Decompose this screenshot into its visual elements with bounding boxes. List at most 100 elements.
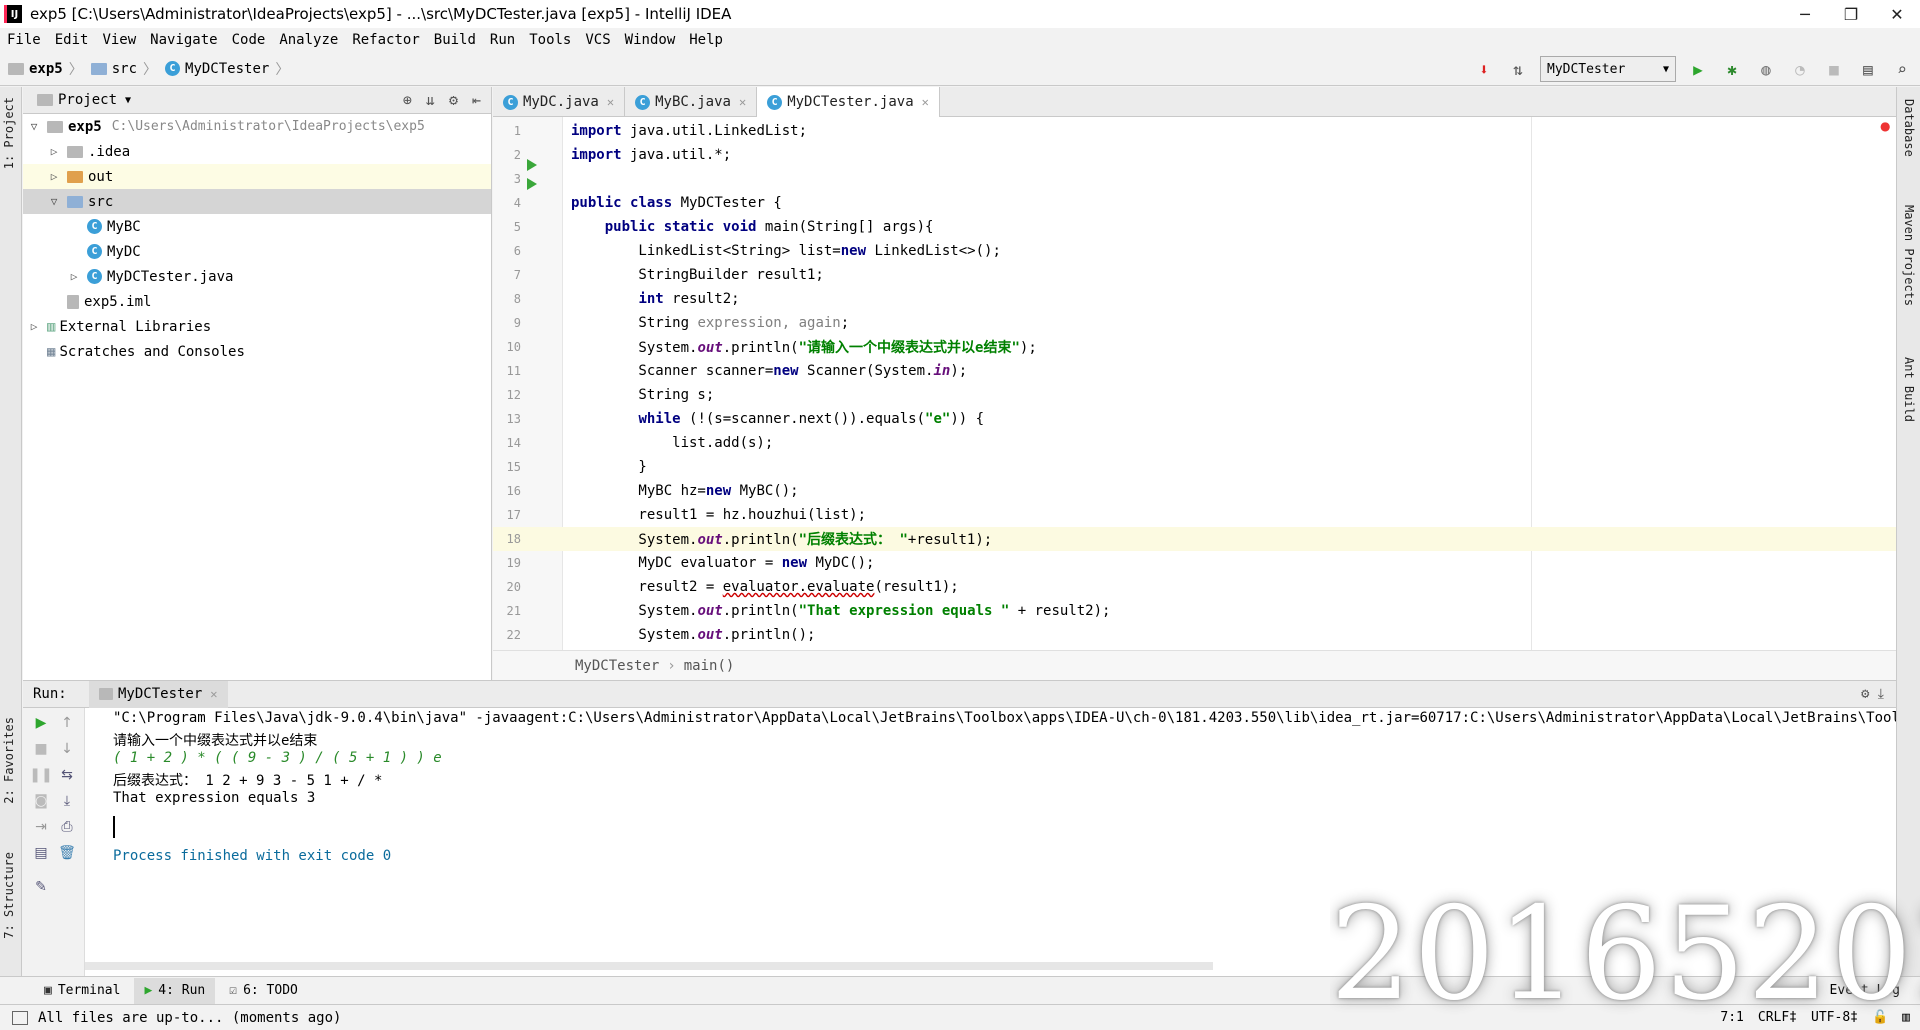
project-view-select[interactable]: Project <box>58 92 117 108</box>
breadcrumb-project[interactable]: exp5 〉 <box>8 59 83 79</box>
menu-edit[interactable]: Edit <box>48 32 96 48</box>
tab-mybc[interactable]: C MyBC.java ✕ <box>625 87 758 117</box>
chevron-down-icon[interactable]: ▽ <box>47 195 61 208</box>
dump-threads-icon[interactable]: ◙ <box>30 790 52 812</box>
project-tool-tab[interactable]: 1: Project <box>2 97 16 169</box>
soft-wrap-icon[interactable]: ⇆ <box>56 764 78 786</box>
code-line[interactable]: 13 while (!(s=scanner.next()).equals("e"… <box>493 407 1896 431</box>
tree-item-exp5[interactable]: ▽ exp5 C:\Users\Administrator\IdeaProjec… <box>23 114 491 139</box>
menu-help[interactable]: Help <box>682 32 730 48</box>
tool-windows-icon[interactable] <box>12 1010 28 1025</box>
chevron-right-icon[interactable]: ▷ <box>27 320 41 333</box>
menu-file[interactable]: File <box>0 32 48 48</box>
structure-tool-tab[interactable]: 7: Structure <box>2 852 16 939</box>
maximize-button[interactable]: ❐ <box>1828 0 1874 28</box>
gear-icon[interactable]: ⚙ <box>449 91 458 109</box>
download-icon[interactable]: ⬇ <box>1472 57 1496 81</box>
stop-icon[interactable]: ■ <box>30 738 52 760</box>
tab-mydc[interactable]: C MyDC.java ✕ <box>493 87 626 117</box>
code-view[interactable]: 1 import java.util.LinkedList; 2 import jav… <box>493 117 1896 650</box>
chevron-down-icon[interactable]: ▽ <box>27 120 41 133</box>
todo-tab[interactable]: ☑ 6: TODO <box>219 978 308 1004</box>
minimize-button[interactable]: ─ <box>1782 0 1828 28</box>
run-tool-tab[interactable]: ▶ 4: Run <box>134 977 216 1004</box>
code-line[interactable]: 6 LinkedList<String> list=new LinkedList… <box>493 239 1896 263</box>
menu-window[interactable]: Window <box>618 32 683 48</box>
code-line[interactable]: 15 } <box>493 455 1896 479</box>
menu-code[interactable]: Code <box>225 32 273 48</box>
code-line[interactable]: 21 System.out.println("That expression e… <box>493 599 1896 623</box>
hide-panel-icon[interactable]: ⇤ <box>472 91 481 109</box>
chevron-down-icon[interactable]: ▼ <box>125 95 131 106</box>
code-line[interactable]: 9 String expression, again; <box>493 311 1896 335</box>
exit-icon[interactable]: ⇥ <box>30 816 52 838</box>
close-button[interactable]: ✕ <box>1874 0 1920 28</box>
close-icon[interactable]: ✕ <box>739 95 746 109</box>
code-line[interactable]: 18 System.out.println("后缀表达式： "+result1)… <box>493 527 1896 551</box>
chevron-right-icon[interactable]: ▷ <box>47 170 61 183</box>
code-line[interactable]: 14 list.add(s); <box>493 431 1896 455</box>
maven-tool-tab[interactable]: Maven Projects <box>1902 205 1916 306</box>
down-arrow-icon[interactable]: ↓ <box>56 738 78 760</box>
tree-item-scratches[interactable]: ▦ Scratches and Consoles <box>23 339 491 364</box>
code-line[interactable]: 11 Scanner scanner=new Scanner(System.in… <box>493 359 1896 383</box>
chevron-right-icon[interactable]: ▷ <box>47 145 61 158</box>
tab-mydctester[interactable]: C MyDCTester.java ✕ <box>757 87 940 117</box>
code-line[interactable]: 1 import java.util.LinkedList; <box>493 119 1896 143</box>
code-line[interactable]: 22 System.out.println(); <box>493 623 1896 647</box>
tree-item-idea[interactable]: ▷ .idea <box>23 139 491 164</box>
menu-analyze[interactable]: Analyze <box>272 32 345 48</box>
code-line[interactable]: 5 public static void main(String[] args)… <box>493 215 1896 239</box>
tree-item-mydctester[interactable]: ▷ C MyDCTester.java <box>23 264 491 289</box>
menu-tools[interactable]: Tools <box>522 32 578 48</box>
run-main-icon[interactable] <box>527 178 537 190</box>
code-line[interactable]: 19 MyDC evaluator = new MyDC(); <box>493 551 1896 575</box>
code-line[interactable]: 3 <box>493 167 1896 191</box>
print-icon[interactable]: ⎙ <box>56 816 78 838</box>
breadcrumb-class[interactable]: C MyDCTester 〉 <box>165 59 289 79</box>
horizontal-scrollbar[interactable] <box>85 962 1213 970</box>
debug-icon[interactable]: ✱ <box>1720 57 1744 81</box>
menu-refactor[interactable]: Refactor <box>345 32 426 48</box>
code-line[interactable]: 20 result2 = evaluator.evaluate(result1)… <box>493 575 1896 599</box>
up-arrow-icon[interactable]: ↑ <box>56 712 78 734</box>
code-line[interactable]: 4 public class MyDCTester { <box>493 191 1896 215</box>
collapse-all-icon[interactable]: ⇊ <box>426 91 435 109</box>
code-line[interactable]: 12 String s; <box>493 383 1896 407</box>
error-stripe-icon[interactable]: ● <box>1880 119 1890 133</box>
run-tab-mydctester[interactable]: MyDCTester ✕ <box>89 680 228 708</box>
code-line[interactable]: 8 int result2; <box>493 287 1896 311</box>
stop-icon[interactable]: ■ <box>1822 57 1846 81</box>
scroll-from-source-icon[interactable]: ⊕ <box>403 91 412 109</box>
ant-build-tool-tab[interactable]: Ant Build <box>1902 357 1916 422</box>
terminal-tab[interactable]: ▣ Terminal <box>34 978 130 1004</box>
tree-item-mydc[interactable]: C MyDC <box>23 239 491 264</box>
project-structure-icon[interactable]: ▤ <box>1856 57 1880 81</box>
tree-item-iml[interactable]: exp5.iml <box>23 289 491 314</box>
rerun-icon[interactable]: ▶ <box>30 712 52 734</box>
coverage-icon[interactable]: ◍ <box>1754 57 1778 81</box>
favorites-tool-tab[interactable]: 2: Favorites <box>2 717 16 804</box>
database-tool-tab[interactable]: Database <box>1902 99 1916 157</box>
pause-icon[interactable]: ❚❚ <box>29 764 52 786</box>
code-line[interactable]: 17 result1 = hz.houzhui(list); <box>493 503 1896 527</box>
menu-vcs[interactable]: VCS <box>578 32 617 48</box>
tree-item-mybc[interactable]: C MyBC <box>23 214 491 239</box>
gear-icon[interactable]: ⚙ ⤓ <box>1861 686 1884 702</box>
trash-icon[interactable]: 🗑 <box>56 842 78 864</box>
breadcrumb-src[interactable]: src 〉 <box>90 59 157 79</box>
sort-icon[interactable]: ⇅ <box>1506 57 1530 81</box>
run-icon[interactable]: ▶ <box>1686 57 1710 81</box>
search-icon[interactable]: ⌕ <box>1890 57 1914 81</box>
run-class-icon[interactable] <box>527 159 537 171</box>
code-line[interactable]: 16 MyBC hz=new MyBC(); <box>493 479 1896 503</box>
code-breadcrumb-class[interactable]: MyDCTester <box>575 658 659 674</box>
menu-view[interactable]: View <box>95 32 143 48</box>
menu-run[interactable]: Run <box>483 32 522 48</box>
chevron-right-icon[interactable]: ▷ <box>67 270 81 283</box>
tree-item-out[interactable]: ▷ out <box>23 164 491 189</box>
code-line[interactable]: 2 import java.util.*; <box>493 143 1896 167</box>
tree-item-src[interactable]: ▽ src <box>23 189 491 214</box>
layout-icon[interactable]: ▤ <box>30 842 52 864</box>
code-breadcrumb-method[interactable]: main() <box>684 658 735 674</box>
